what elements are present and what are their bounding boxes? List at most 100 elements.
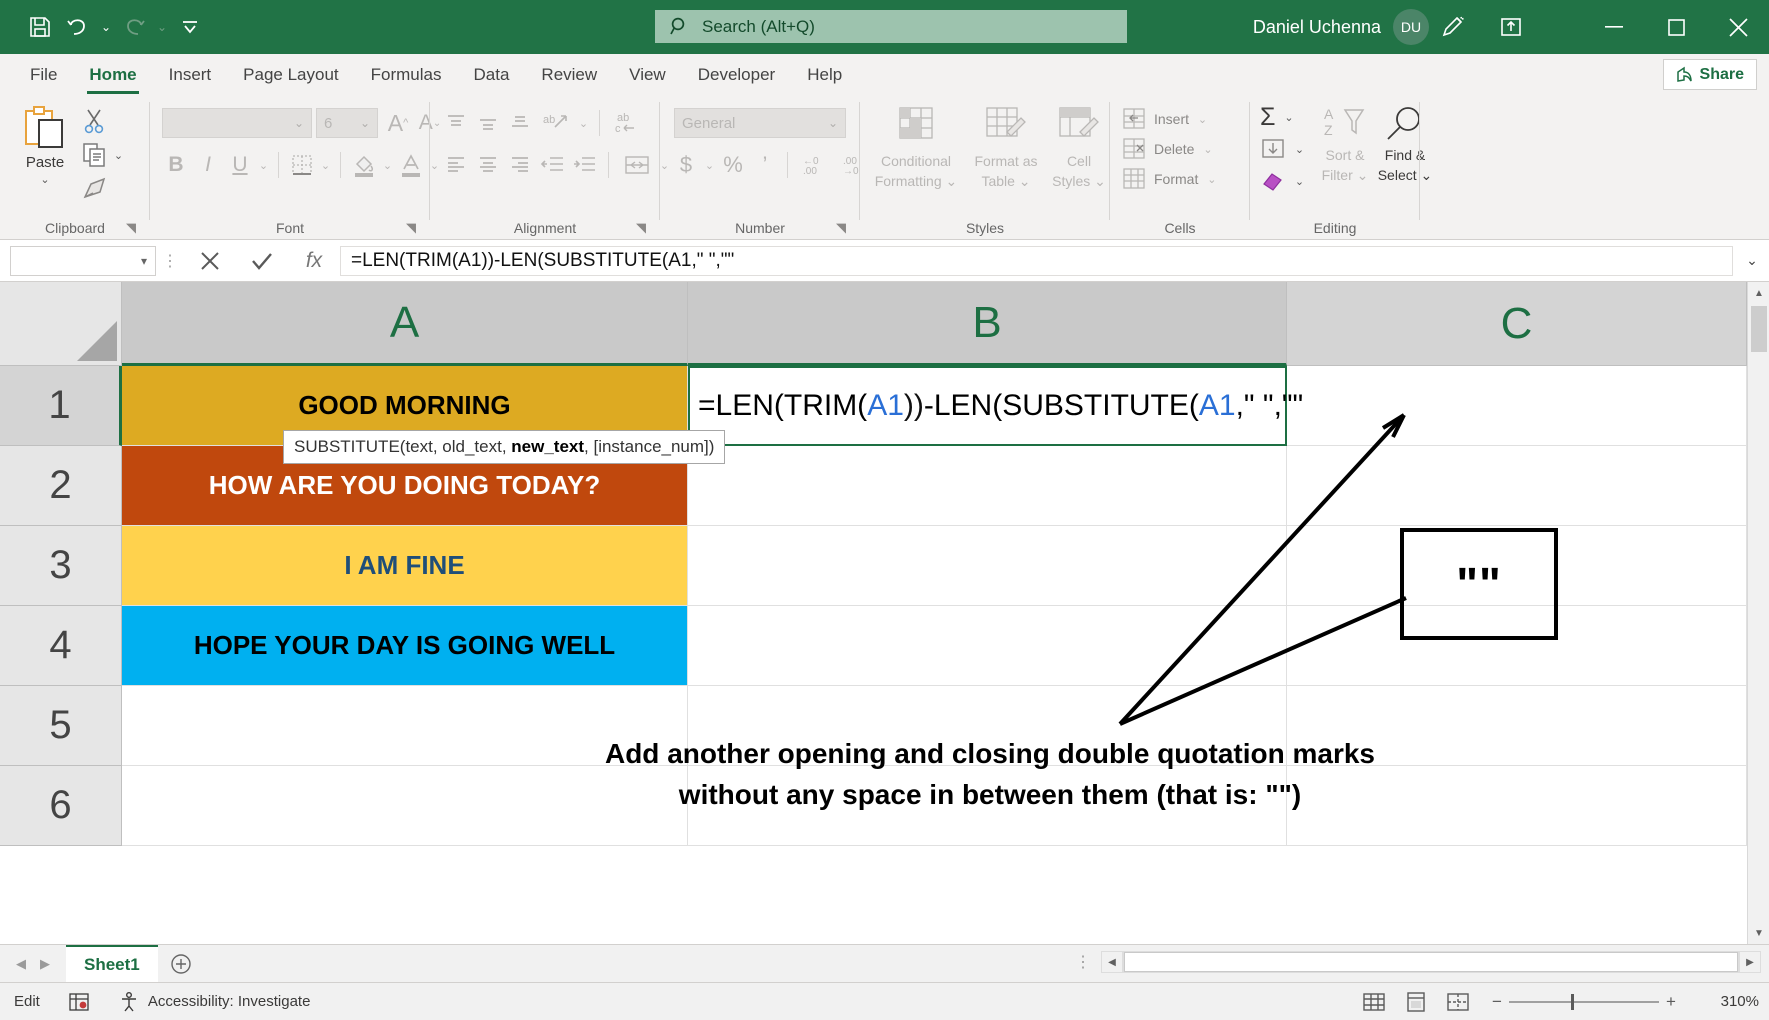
normal-view-icon[interactable]: [1359, 989, 1389, 1015]
vertical-scroll-thumb[interactable]: [1751, 306, 1767, 352]
cell-b3[interactable]: [688, 526, 1287, 606]
underline-icon[interactable]: U: [224, 150, 256, 180]
sort-filter-button[interactable]: A Z Sort & Filter ⌄: [1312, 104, 1378, 184]
page-layout-view-icon[interactable]: [1401, 989, 1431, 1015]
row-header-3[interactable]: 3: [0, 526, 122, 606]
format-dropdown-icon[interactable]: ⌄: [1204, 173, 1219, 186]
row-header-1[interactable]: 1: [0, 366, 122, 446]
column-header-b[interactable]: B: [688, 282, 1287, 366]
vertical-scrollbar[interactable]: ▲ ▼: [1747, 282, 1769, 944]
tab-formulas[interactable]: Formulas: [355, 56, 458, 94]
align-top-icon[interactable]: [440, 108, 472, 138]
align-right-icon[interactable]: [504, 150, 536, 180]
redo-dropdown-icon[interactable]: ⌄: [154, 20, 170, 34]
name-box[interactable]: ▾: [10, 245, 156, 276]
format-cells-button[interactable]: Format ⌄: [1122, 164, 1219, 194]
horizontal-scrollbar[interactable]: ◀ ▶: [1101, 950, 1761, 974]
insert-dropdown-icon[interactable]: ⌄: [1195, 113, 1210, 126]
maximize-button[interactable]: [1645, 0, 1707, 54]
cell-styles-button[interactable]: Cell Styles ⌄: [1046, 106, 1112, 190]
decrease-indent-icon[interactable]: [536, 150, 568, 180]
align-center-icon[interactable]: [472, 150, 504, 180]
font-size-input[interactable]: 6 ⌄: [316, 108, 378, 138]
avatar[interactable]: DU: [1393, 9, 1429, 45]
column-header-c[interactable]: C: [1287, 282, 1747, 366]
tab-data[interactable]: Data: [458, 56, 526, 94]
tab-review[interactable]: Review: [525, 56, 613, 94]
tab-home[interactable]: Home: [73, 56, 152, 94]
borders-dropdown-icon[interactable]: ⌄: [318, 159, 333, 172]
column-header-a[interactable]: A: [122, 282, 688, 366]
select-all-corner[interactable]: [0, 282, 122, 366]
grow-font-icon[interactable]: A ^: [382, 108, 414, 138]
tab-help[interactable]: Help: [791, 56, 858, 94]
formula-input[interactable]: =LEN(TRIM(A1))-LEN(SUBSTITUTE(A1," ","": [340, 245, 1733, 276]
clear-dropdown-icon[interactable]: ⌄: [1292, 175, 1307, 188]
pen-annotate-icon[interactable]: [1427, 0, 1479, 54]
cancel-formula-button[interactable]: [184, 246, 236, 276]
currency-dropdown-icon[interactable]: ⌄: [702, 159, 717, 172]
search-input[interactable]: Search (Alt+Q): [655, 10, 1127, 43]
cell-c1[interactable]: [1287, 366, 1747, 446]
clipboard-dialog-launcher[interactable]: ◥: [126, 220, 136, 236]
tab-split-handle[interactable]: ⋮: [1075, 952, 1091, 972]
copy-icon[interactable]: [82, 142, 107, 168]
borders-icon[interactable]: [286, 150, 318, 180]
cell-c2[interactable]: [1287, 446, 1747, 526]
horizontal-scroll-track[interactable]: [1123, 951, 1739, 973]
increase-decimal-icon[interactable]: ←0.00: [794, 150, 834, 180]
align-bottom-icon[interactable]: [504, 108, 536, 138]
number-format-dropdown[interactable]: General ⌄: [674, 108, 846, 138]
percent-icon[interactable]: %: [717, 150, 749, 180]
page-break-view-icon[interactable]: [1443, 989, 1473, 1015]
currency-icon[interactable]: $: [670, 150, 702, 180]
paste-dropdown-icon[interactable]: ⌄: [38, 173, 53, 186]
align-middle-icon[interactable]: [472, 108, 504, 138]
cut-icon[interactable]: [82, 108, 106, 134]
zoom-track[interactable]: [1509, 993, 1659, 1010]
scroll-up-icon[interactable]: ▲: [1748, 282, 1769, 304]
scroll-down-icon[interactable]: ▼: [1748, 922, 1769, 944]
orientation-icon[interactable]: ab: [536, 108, 576, 138]
font-name-dropdown-icon[interactable]: ⌄: [287, 116, 311, 130]
customize-quick-access-icon[interactable]: [172, 9, 208, 45]
wrap-text-icon[interactable]: ab c: [608, 108, 648, 138]
clear-button[interactable]: ⌄: [1260, 166, 1307, 196]
horizontal-scroll-thumb[interactable]: [1124, 952, 1738, 972]
zoom-level-label[interactable]: 310%: [1695, 993, 1759, 1010]
share-button[interactable]: Share: [1662, 59, 1757, 90]
redo-icon[interactable]: [116, 9, 152, 45]
font-size-dropdown-icon[interactable]: ⌄: [353, 116, 377, 130]
tab-view[interactable]: View: [613, 56, 682, 94]
cell-b2[interactable]: [688, 446, 1287, 526]
tab-file[interactable]: File: [14, 56, 73, 94]
enter-formula-button[interactable]: [236, 246, 288, 276]
font-name-input[interactable]: ⌄: [162, 108, 312, 138]
tab-insert[interactable]: Insert: [153, 56, 228, 94]
fill-button[interactable]: ⌄: [1260, 134, 1307, 164]
copy-dropdown-icon[interactable]: ⌄: [111, 149, 126, 162]
orientation-dropdown-icon[interactable]: ⌄: [576, 117, 591, 130]
number-format-dropdown-icon[interactable]: ⌄: [821, 116, 845, 130]
zoom-out-button[interactable]: −: [1485, 992, 1509, 1012]
next-sheet-icon[interactable]: ▶: [40, 956, 50, 972]
share-upload-icon[interactable]: [1485, 0, 1537, 54]
comma-style-icon[interactable]: ’: [749, 150, 781, 180]
account-area[interactable]: Daniel Uchenna DU: [1253, 0, 1429, 54]
tab-developer[interactable]: Developer: [682, 56, 792, 94]
format-as-table-button[interactable]: Format as Table ⌄: [966, 106, 1046, 190]
undo-dropdown-icon[interactable]: ⌄: [98, 20, 114, 34]
previous-sheet-icon[interactable]: ◀: [16, 956, 26, 972]
fill-dropdown-icon[interactable]: ⌄: [1292, 143, 1307, 156]
save-icon[interactable]: [22, 9, 58, 45]
find-select-button[interactable]: Find & Select ⌄: [1370, 104, 1440, 184]
insert-function-button[interactable]: fx: [288, 246, 340, 276]
underline-dropdown-icon[interactable]: ⌄: [256, 159, 271, 172]
cell-a4[interactable]: HOPE YOUR DAY IS GOING WELL: [122, 606, 688, 686]
row-header-5[interactable]: 5: [0, 686, 122, 766]
fill-color-dropdown-icon[interactable]: ⌄: [380, 159, 395, 172]
autosum-dropdown-icon[interactable]: ⌄: [1281, 111, 1296, 124]
tab-page-layout[interactable]: Page Layout: [227, 56, 354, 94]
font-dialog-launcher[interactable]: ◥: [406, 220, 416, 236]
accessibility-status[interactable]: Accessibility: Investigate: [104, 991, 325, 1013]
